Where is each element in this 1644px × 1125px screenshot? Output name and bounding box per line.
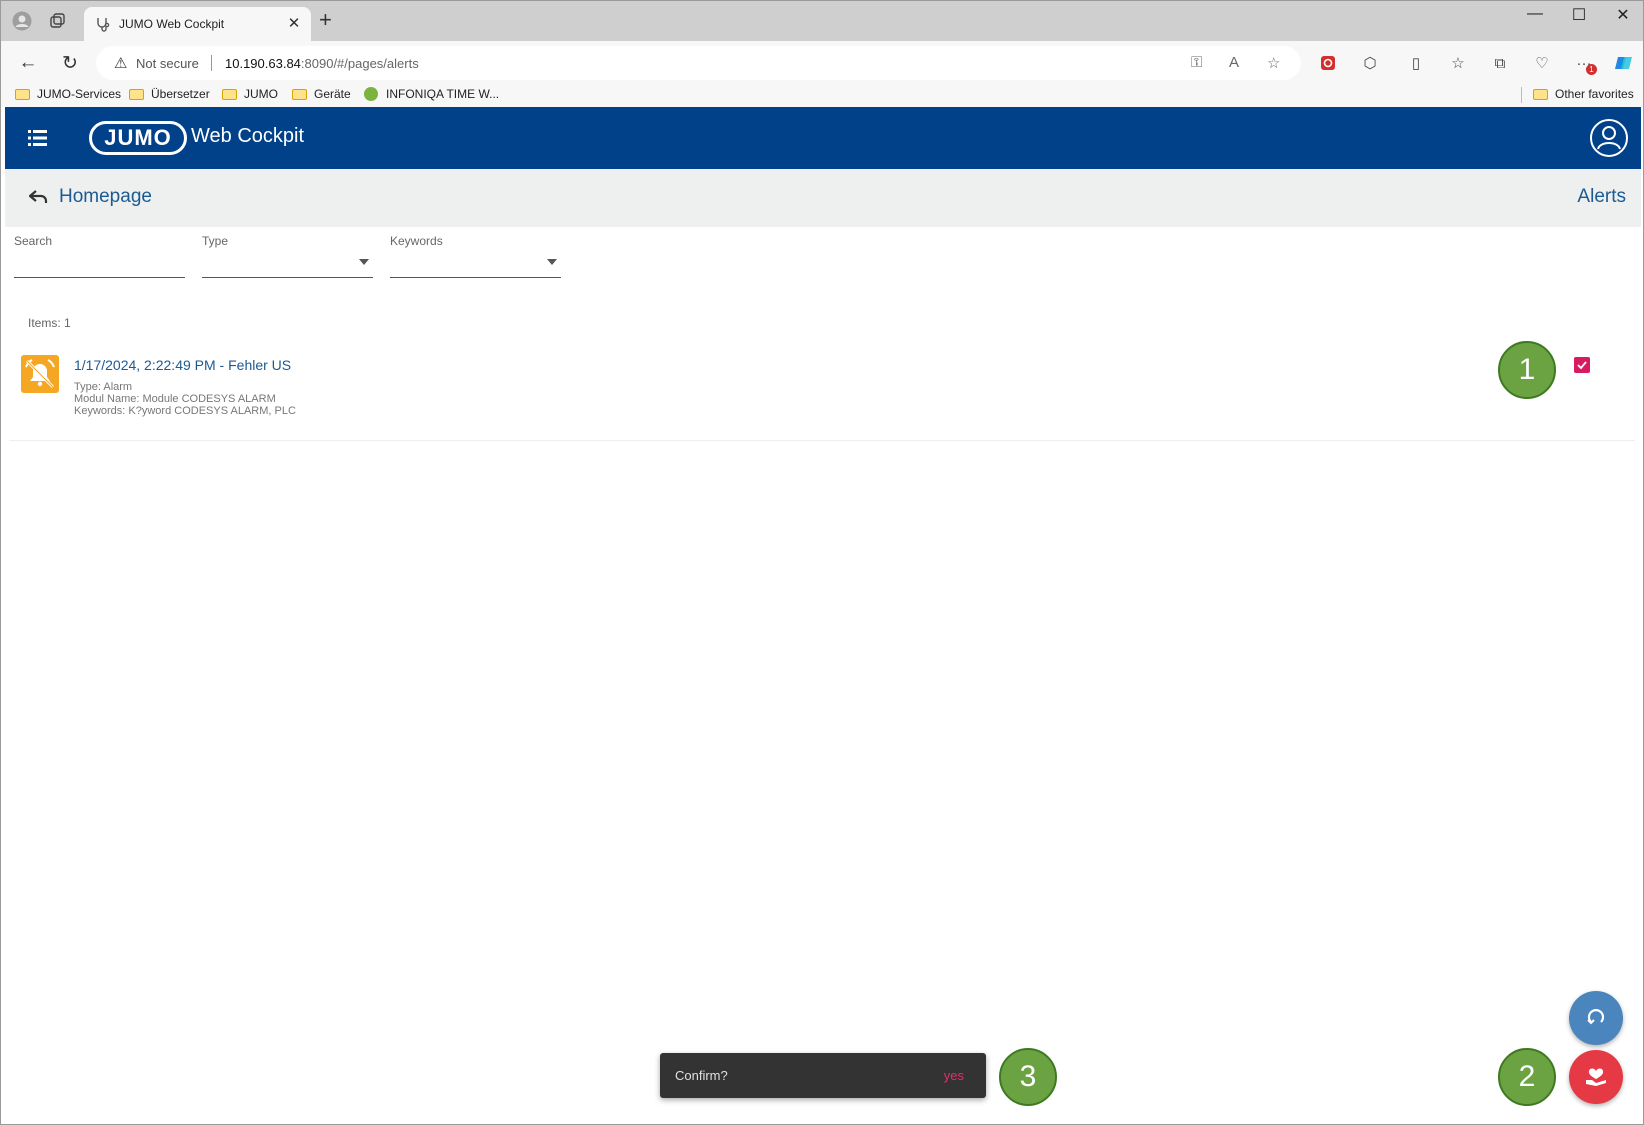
alert-type: Type: Alarm: [74, 381, 133, 393]
alert-module: Modul Name: Module CODESYS ALARM: [74, 393, 276, 405]
maximize-icon[interactable]: ☐: [1559, 5, 1599, 25]
keywords-select[interactable]: Keywords: [390, 233, 561, 278]
url-text[interactable]: 10.190.63.84:8090/#/pages/alerts: [225, 56, 419, 71]
new-tab-icon[interactable]: +: [319, 9, 332, 31]
refresh-button[interactable]: [1569, 991, 1623, 1045]
extension-red-icon[interactable]: [1317, 52, 1339, 74]
items-count: Items: 1: [28, 316, 71, 330]
not-secure-label: Not secure: [136, 56, 199, 71]
bookmark-jumo-services[interactable]: JUMO-Services: [15, 87, 121, 101]
homepage-link[interactable]: Homepage: [59, 186, 152, 208]
browser-essentials-icon[interactable]: ♡: [1531, 52, 1553, 74]
reload-icon[interactable]: ↻: [57, 51, 83, 75]
bookmark-geraete[interactable]: Geräte: [292, 87, 351, 101]
bookmark-infoniqa[interactable]: INFONIQA TIME W...: [364, 87, 499, 101]
callout-2: 2: [1498, 1048, 1556, 1106]
warning-icon: ⚠: [114, 55, 128, 72]
key-icon[interactable]: ⚿: [1191, 54, 1202, 71]
split-screen-icon[interactable]: ▯: [1405, 52, 1427, 74]
divider: [211, 55, 212, 71]
notification-badge: 1: [1586, 64, 1597, 75]
folder-icon: [129, 88, 144, 100]
keywords-label: Keywords: [390, 234, 443, 248]
folder-icon: [1533, 88, 1548, 100]
bookmark-jumo[interactable]: JUMO: [222, 87, 278, 101]
stethoscope-icon: [94, 15, 112, 33]
folder-icon: [15, 88, 30, 100]
divider: [1521, 87, 1522, 103]
yes-button[interactable]: yes: [944, 1068, 964, 1083]
more-options-icon[interactable]: ··· 1: [1573, 52, 1597, 75]
folder-icon: [292, 88, 307, 100]
callout-3: 3: [999, 1048, 1057, 1106]
chevron-down-icon: [547, 259, 557, 265]
tab-bar: JUMO Web Cockpit ✕ + — ☐ ✕: [1, 1, 1643, 41]
bookmarks-bar: JUMO-Services Übersetzer JUMO Geräte INF…: [1, 85, 1643, 107]
profile-icon[interactable]: [11, 10, 33, 32]
type-label: Type: [202, 234, 229, 248]
collections-icon[interactable]: ⧉: [1489, 52, 1511, 74]
acknowledge-button[interactable]: [1569, 1050, 1623, 1104]
folder-icon: [222, 88, 237, 100]
search-label: Search: [14, 234, 53, 248]
copilot-icon[interactable]: [1613, 52, 1635, 74]
clock-icon: [364, 87, 378, 101]
type-select[interactable]: Type: [202, 233, 373, 278]
address-toolbar: ← ↻ ⚠ Not secure 10.190.63.84:8090/#/pag…: [1, 41, 1643, 85]
favorites-list-icon[interactable]: ☆: [1447, 52, 1469, 74]
alert-title[interactable]: 1/17/2024, 2:22:49 PM - Fehler US: [74, 357, 291, 373]
snackbar-message: Confirm?: [675, 1068, 728, 1083]
address-bar[interactable]: ⚠ Not secure 10.190.63.84:8090/#/pages/a…: [96, 46, 1301, 80]
alert-keywords: Keywords: K?yword CODESYS ALARM, PLC: [74, 405, 296, 417]
close-window-icon[interactable]: ✕: [1603, 5, 1643, 25]
browser-window: JUMO Web Cockpit ✕ + — ☐ ✕ ← ↻ ⚠ Not sec…: [0, 0, 1644, 1125]
confirm-snackbar: Confirm? yes: [660, 1053, 986, 1098]
url-path: :8090/#/pages/alerts: [300, 56, 419, 71]
chevron-down-icon: [359, 259, 369, 265]
workspaces-icon[interactable]: [47, 10, 69, 32]
bookmark-uebersetzer[interactable]: Übersetzer: [129, 87, 210, 101]
checkmark-icon: [1577, 361, 1587, 370]
close-tab-icon[interactable]: ✕: [285, 14, 303, 32]
user-account-icon[interactable]: [1590, 119, 1628, 157]
hand-heart-icon: [1586, 1068, 1606, 1086]
alarm-bell-off-icon: [21, 355, 59, 393]
read-aloud-icon[interactable]: A: [1229, 54, 1239, 71]
jumo-logo[interactable]: JUMO: [89, 121, 187, 155]
search-input[interactable]: Search: [14, 233, 185, 278]
list-item[interactable]: 1/17/2024, 2:22:49 PM - Fehler US Type: …: [9, 343, 1635, 441]
url-host: 10.190.63.84: [225, 56, 301, 71]
app-header: JUMO Web Cockpit: [5, 107, 1641, 169]
back-reply-icon[interactable]: [28, 188, 49, 211]
favorite-star-icon[interactable]: ☆: [1267, 54, 1280, 72]
breadcrumb: Homepage Alerts: [5, 169, 1641, 227]
bookmark-other-favorites[interactable]: Other favorites: [1533, 87, 1634, 101]
extensions-puzzle-icon[interactable]: ⬡: [1359, 52, 1381, 74]
tab-active[interactable]: JUMO Web Cockpit ✕: [84, 7, 311, 41]
callout-1: 1: [1498, 341, 1556, 399]
tab-title: JUMO Web Cockpit: [119, 17, 225, 31]
minimize-icon[interactable]: —: [1515, 5, 1555, 23]
app-title: Web Cockpit: [191, 125, 305, 147]
menu-list-icon[interactable]: [27, 127, 49, 149]
page-title: Alerts: [1577, 186, 1626, 207]
refresh-icon: [1587, 1009, 1605, 1025]
alert-checkbox[interactable]: [1574, 357, 1590, 373]
back-arrow-icon[interactable]: ←: [15, 51, 41, 75]
